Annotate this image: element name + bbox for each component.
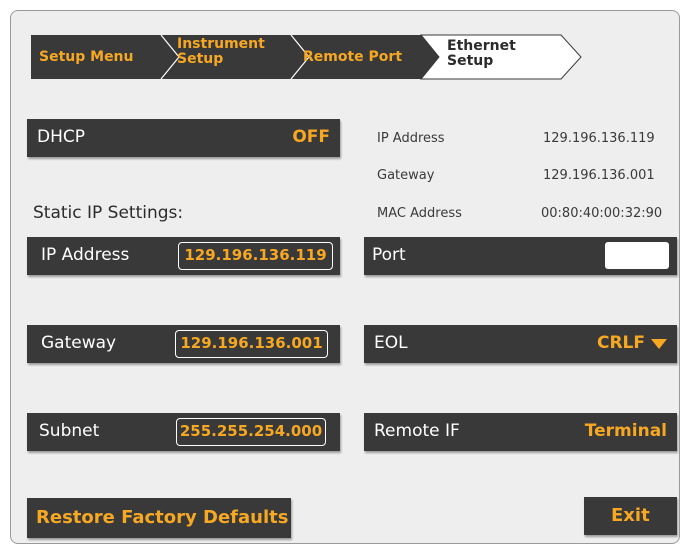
ethernet-setup-screen: Setup Menu Instrument Setup Remote Port … (10, 10, 680, 544)
subnet-label: Subnet (39, 421, 100, 441)
remote-if-selector[interactable]: Remote IF Terminal (364, 413, 677, 451)
info-gateway-label: Gateway (377, 168, 435, 183)
port-row: Port (364, 237, 677, 275)
gateway-label: Gateway (41, 333, 117, 353)
caret-down-icon (651, 339, 667, 349)
info-gateway-value: 129.196.136.001 (543, 168, 655, 183)
dhcp-toggle[interactable]: DHCP OFF (27, 119, 340, 157)
eol-label: EOL (374, 333, 408, 353)
remote-if-label: Remote IF (374, 421, 460, 441)
subnet-row: Subnet 255.255.254.000 (27, 413, 340, 451)
exit-button[interactable]: Exit (584, 497, 677, 535)
eol-dropdown[interactable]: EOL CRLF (364, 325, 677, 363)
breadcrumb: Setup Menu Instrument Setup Remote Port … (29, 29, 589, 85)
crumb-remote-port[interactable]: Remote Port (303, 50, 402, 65)
static-ip-title: Static IP Settings: (33, 203, 184, 223)
info-ip-label: IP Address (377, 131, 445, 146)
subnet-field[interactable]: 255.255.254.000 (176, 418, 326, 446)
dhcp-value: OFF (292, 127, 330, 147)
eol-value: CRLF (596, 333, 645, 353)
exit-label: Exit (611, 505, 650, 526)
crumb-ethernet-setup: Ethernet Setup (447, 38, 516, 69)
remote-if-value: Terminal (584, 421, 667, 441)
restore-factory-defaults-button[interactable]: Restore Factory Defaults (27, 498, 291, 538)
ip-address-row: IP Address 129.196.136.119 (27, 237, 340, 275)
port-input[interactable] (605, 242, 669, 269)
ip-address-label: IP Address (41, 245, 130, 265)
crumb-setup-menu[interactable]: Setup Menu (39, 50, 134, 65)
ip-address-field[interactable]: 129.196.136.119 (178, 242, 333, 270)
info-mac-label: MAC Address (377, 206, 462, 221)
info-ip-value: 129.196.136.119 (543, 131, 655, 146)
port-label: Port (372, 245, 406, 265)
crumb-instrument-setup[interactable]: Instrument Setup (177, 37, 265, 67)
gateway-row: Gateway 129.196.136.001 (27, 325, 340, 363)
gateway-field[interactable]: 129.196.136.001 (175, 330, 328, 358)
dhcp-label: DHCP (37, 127, 85, 147)
info-mac-value: 00:80:40:00:32:90 (541, 206, 663, 221)
restore-factory-defaults-label: Restore Factory Defaults (36, 507, 289, 528)
